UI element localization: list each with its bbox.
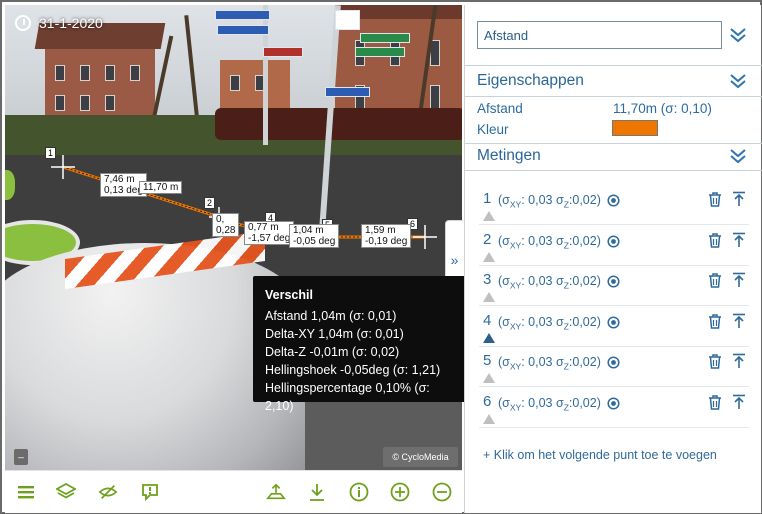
trash-icon[interactable] bbox=[708, 395, 722, 410]
trash-icon[interactable] bbox=[708, 354, 722, 370]
point-label-1: 1 bbox=[45, 147, 56, 159]
show-point-icon[interactable] bbox=[607, 356, 620, 369]
recording-date: 31-1-2020 bbox=[15, 15, 103, 31]
segment-label-3-4: 0,77 m -1,57 deg bbox=[244, 221, 295, 245]
show-point-icon[interactable] bbox=[607, 194, 620, 207]
tooltip-line-delta-z: Delta-Z -0,01m (σ: 0,02) bbox=[265, 345, 400, 359]
show-point-icon[interactable] bbox=[607, 397, 620, 410]
properties-title: Eigenschappen bbox=[477, 72, 584, 89]
show-point-icon[interactable] bbox=[607, 316, 620, 329]
measurement-point-row[interactable]: 3 (σXY: 0,03 σZ:0,02) bbox=[479, 266, 749, 307]
color-swatch[interactable] bbox=[612, 120, 658, 136]
tooltip-line-distance: Afstand 1,04m (σ: 0,01) bbox=[265, 309, 397, 323]
point-marker-icon bbox=[483, 373, 495, 384]
segment-label-2-3: 0, 0,28 bbox=[212, 213, 240, 237]
zoom-out-icon[interactable] bbox=[432, 482, 452, 502]
point-accuracy: (σXY: 0,03 σZ:0,02) bbox=[498, 233, 601, 251]
tooltip-line-delta-xy: Delta-XY 1,04m (σ: 0,01) bbox=[265, 327, 404, 341]
segment-label-4-5: 1,04 m -0,05 deg bbox=[289, 224, 340, 248]
download-icon[interactable] bbox=[307, 482, 327, 502]
point-number: 2 bbox=[483, 230, 492, 248]
app-frame: 1 2 3 4 5 6 7,46 m 0,13 deg 11,70 m 0, 0… bbox=[0, 0, 762, 514]
show-point-icon[interactable] bbox=[607, 275, 620, 288]
difference-tooltip: Verschil Afstand 1,04m (σ: 0,01) Delta-X… bbox=[253, 276, 481, 413]
move-to-top-icon[interactable] bbox=[732, 353, 746, 369]
viewer-toolbar bbox=[5, 470, 462, 513]
measurements-title: Metingen bbox=[477, 147, 541, 164]
trash-icon[interactable] bbox=[708, 192, 722, 207]
tooltip-line-slope-percent: Hellingspercentage 0,10% (σ: 2,10) bbox=[265, 381, 430, 413]
measurement-point-row[interactable]: 2 (σXY: 0,03 σZ:0,02) bbox=[479, 226, 749, 266]
measurements-chevron-icon[interactable] bbox=[729, 148, 747, 164]
chevron-down-icon[interactable] bbox=[729, 27, 747, 43]
point-number: 4 bbox=[483, 311, 492, 329]
point-marker-icon bbox=[483, 332, 495, 343]
tooltip-line-slope-angle: Hellingshoek -0,05deg (σ: 1,21) bbox=[265, 363, 441, 377]
distance-value: 11,70m (σ: 0,10) bbox=[613, 101, 712, 116]
tooltip-title: Verschil bbox=[265, 288, 313, 302]
point-label-2: 2 bbox=[204, 197, 215, 209]
move-to-top-icon[interactable] bbox=[732, 232, 746, 248]
move-to-top-icon[interactable] bbox=[732, 272, 746, 288]
color-label: Kleur bbox=[477, 122, 509, 137]
segment-label-5-6: 1,59 m -0,19 deg bbox=[361, 224, 412, 248]
point-marker-icon bbox=[483, 414, 495, 424]
comment-icon[interactable] bbox=[140, 482, 160, 502]
trash-icon[interactable] bbox=[708, 273, 722, 288]
point-number: 5 bbox=[483, 352, 492, 370]
info-icon[interactable] bbox=[349, 482, 369, 502]
point-number: 3 bbox=[483, 271, 492, 289]
move-to-top-icon[interactable] bbox=[732, 394, 746, 410]
point-marker-icon bbox=[483, 251, 495, 262]
clock-icon bbox=[15, 15, 31, 31]
measurement-point-row[interactable]: 5 (σXY: 0,03 σZ:0,02) bbox=[479, 347, 749, 388]
point-accuracy: (σXY: 0,03 σZ:0,02) bbox=[498, 355, 601, 372]
copyright-badge: © CycloMedia bbox=[383, 447, 458, 467]
show-point-icon[interactable] bbox=[607, 235, 620, 248]
measurement-point-row[interactable]: 1 (σXY: 0,03 σZ:0,02) bbox=[479, 185, 749, 225]
measurement-type-select[interactable]: Afstand bbox=[477, 21, 722, 49]
measurement-point-row[interactable]: 6 (σXY: 0,03 σZ:0,02) bbox=[479, 388, 749, 428]
point-accuracy: (σXY: 0,03 σZ:0,02) bbox=[498, 314, 601, 332]
point-marker-icon bbox=[483, 292, 495, 303]
zoom-in-icon[interactable] bbox=[390, 482, 410, 502]
trash-icon[interactable] bbox=[708, 314, 722, 329]
move-to-top-icon[interactable] bbox=[732, 191, 746, 207]
point-accuracy: (σXY: 0,03 σZ:0,02) bbox=[498, 193, 601, 210]
properties-chevron-icon[interactable] bbox=[729, 73, 747, 89]
total-length-label: 11,70 m bbox=[139, 181, 183, 194]
move-to-top-icon[interactable] bbox=[732, 313, 746, 329]
measurement-panel: Afstand Eigenschappen Afstand 11,70m (σ:… bbox=[464, 5, 762, 513]
minimize-button[interactable]: _ bbox=[14, 449, 28, 465]
add-point-hint[interactable]: + Klik om het volgende punt toe te voege… bbox=[483, 448, 717, 462]
distance-label: Afstand bbox=[477, 101, 523, 116]
export-icon[interactable] bbox=[266, 482, 286, 502]
point-accuracy: (σXY: 0,03 σZ:0,02) bbox=[498, 396, 601, 413]
hide-icon[interactable] bbox=[98, 482, 118, 502]
point-number: 6 bbox=[483, 393, 492, 410]
point-number: 1 bbox=[483, 190, 492, 207]
point-marker-icon bbox=[483, 211, 495, 221]
measurement-point-row[interactable]: 4 (σXY: 0,03 σZ:0,02) bbox=[479, 307, 749, 347]
trash-icon[interactable] bbox=[708, 232, 722, 248]
point-accuracy: (σXY: 0,03 σZ:0,02) bbox=[498, 274, 601, 291]
date-text: 31-1-2020 bbox=[39, 15, 103, 31]
menu-icon[interactable] bbox=[16, 482, 36, 502]
layers-icon[interactable] bbox=[56, 482, 76, 502]
